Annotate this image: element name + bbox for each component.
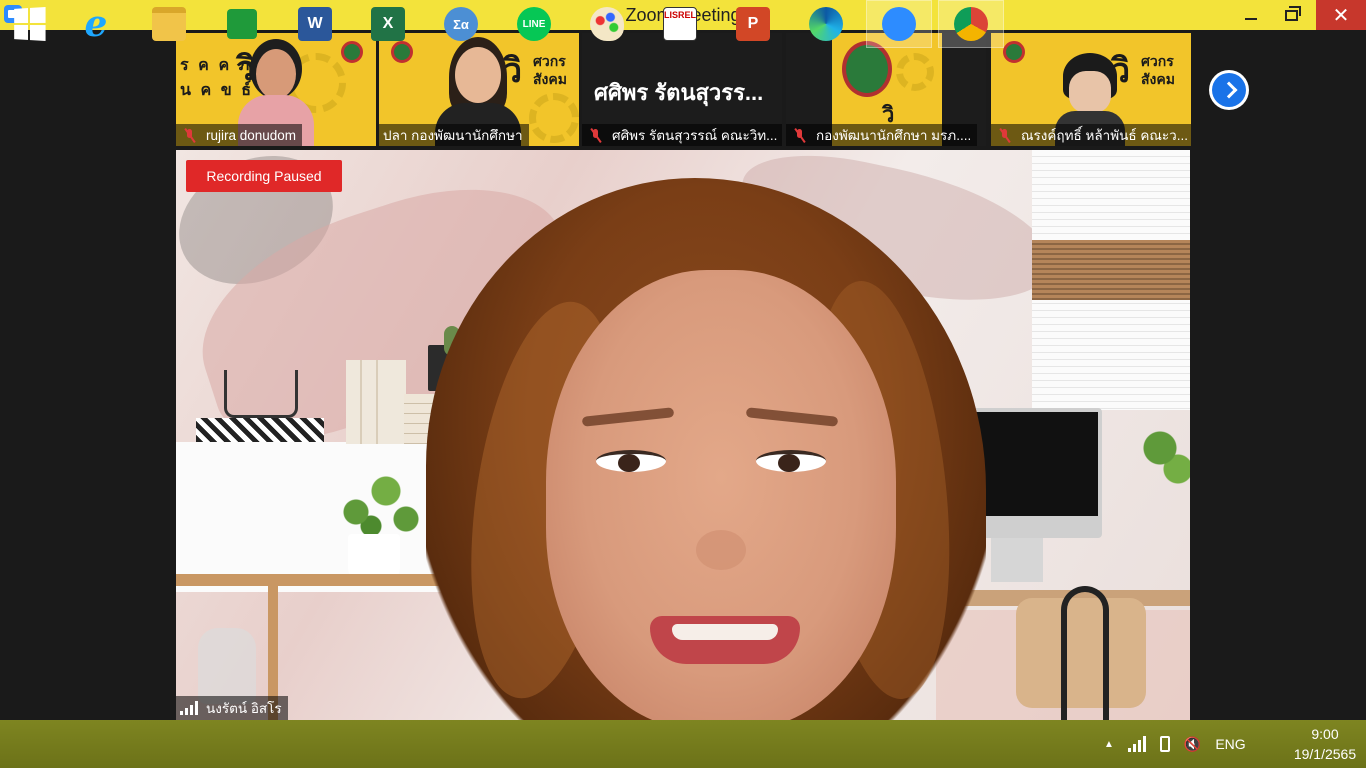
- taskbar-word[interactable]: W: [286, 0, 344, 48]
- mic-muted-icon: [590, 128, 602, 142]
- speaker-name-label: นงรัตน์ อิสโร: [176, 696, 288, 720]
- signal-strength-icon: [180, 701, 198, 715]
- active-speaker-video: [176, 150, 1190, 720]
- clock-date: 19/1/2565: [1293, 746, 1357, 762]
- recording-paused-badge[interactable]: Recording Paused: [186, 160, 342, 192]
- participant-name-label: ณรงค์ฤทธิ์ หล้าพันธ์ คณะว...: [991, 124, 1191, 146]
- participant-name: ณรงค์ฤทธิ์ หล้าพันธ์ คณะว...: [1021, 128, 1188, 143]
- university-logo: [1003, 41, 1025, 63]
- participant-name-label: ปลา กองพัฒนานักศึกษา: [379, 124, 529, 146]
- next-participants-button[interactable]: [1209, 70, 1249, 110]
- store-icon: [227, 9, 257, 39]
- chrome-icon: [954, 7, 988, 41]
- gear-decoration: [529, 93, 579, 143]
- taskbar-powerpoint[interactable]: P: [724, 0, 782, 48]
- show-hidden-icons-icon[interactable]: ▲: [1104, 739, 1114, 750]
- close-button[interactable]: ✕: [1316, 0, 1366, 30]
- mic-muted-icon: [794, 128, 806, 142]
- powerpoint-icon: P: [736, 7, 770, 41]
- file-explorer-icon: [152, 7, 186, 41]
- internet-explorer-icon: e: [84, 3, 108, 45]
- participant-name-label: rujira donudom: [176, 124, 303, 146]
- minimize-button[interactable]: [1236, 0, 1266, 30]
- participant-name: ปลา กองพัฒนานักศึกษา: [383, 128, 523, 143]
- taskbar-internet-explorer[interactable]: e: [67, 0, 125, 48]
- lisrel-icon: LISREL: [663, 7, 697, 41]
- taskbar-lisrel[interactable]: LISREL: [651, 0, 709, 48]
- minimize-icon: [1245, 18, 1257, 20]
- restore-button[interactable]: [1276, 0, 1306, 30]
- language-indicator[interactable]: ENG: [1215, 736, 1245, 752]
- system-clock[interactable]: 9:00 19/1/2565: [1290, 724, 1360, 764]
- network-icon[interactable]: [1127, 736, 1146, 752]
- word-icon: W: [298, 7, 332, 41]
- excel-icon: X: [371, 7, 405, 41]
- participant-tile-3[interactable]: ศศิพร รัตนสุวรร... ศศิพร รัตนสุวรรณ์ คณะ…: [582, 33, 782, 146]
- participant-tile-2[interactable]: วิ ศวกร สังคม ปลา กองพัฒนานักศึกษา: [379, 33, 579, 146]
- paint-icon: [590, 7, 624, 41]
- participant-name: กองพัฒนานักศึกษา มรภ....: [816, 128, 972, 143]
- math-input-icon: Σα: [444, 7, 478, 41]
- participant-display-name: ศศิพร รัตนสุวรร...: [594, 80, 764, 105]
- gear-decoration: [896, 53, 934, 91]
- participant-name-label: ศศิพร รัตนสุวรรณ์ คณะวิท...: [582, 124, 782, 146]
- clock-time: 9:00: [1311, 726, 1339, 742]
- taskbar-store[interactable]: [213, 0, 271, 48]
- participant-tile-5[interactable]: วิ ศวกร สังคม ณรงค์ฤทธิ์ หล้าพันธ์ คณะว.…: [991, 33, 1191, 146]
- speaker-name: นงรัตน์ อิสโร: [206, 701, 282, 716]
- edge-icon: [809, 7, 843, 41]
- participant-name: ศศิพร รัตนสุวรรณ์ คณะวิท...: [612, 128, 778, 143]
- taskbar-file-explorer[interactable]: [140, 0, 198, 48]
- system-tray: ▲ 🔇 ENG: [1104, 720, 1246, 768]
- line-icon: LINE: [517, 7, 551, 41]
- participant-tile-1[interactable]: ร ค ค ภน ค ข ธ์ วิ rujira donudom: [176, 33, 376, 146]
- taskbar-math-input[interactable]: Σα: [432, 0, 490, 48]
- participant-name-label: กองพัฒนานักศึกษา มรภ....: [786, 124, 978, 146]
- taskbar-excel[interactable]: X: [359, 0, 417, 48]
- close-icon: ✕: [1332, 3, 1350, 27]
- battery-icon[interactable]: [1159, 736, 1170, 752]
- poster-sangkom-text: สังคม: [533, 72, 567, 88]
- windows-start-icon: [14, 7, 46, 41]
- volume-muted-icon[interactable]: 🔇: [1184, 736, 1201, 753]
- poster-sangkom-text: สังคม: [1141, 72, 1175, 88]
- start-button[interactable]: [0, 0, 58, 48]
- mic-muted-icon: [184, 128, 196, 142]
- taskbar-zoom[interactable]: [866, 0, 932, 48]
- taskbar-edge[interactable]: [797, 0, 855, 48]
- zoom-icon: [882, 7, 916, 41]
- restore-icon: [1284, 5, 1301, 21]
- participant-name: rujira donudom: [206, 127, 297, 143]
- university-logo: [842, 41, 892, 97]
- mic-muted-icon: [999, 128, 1011, 142]
- taskbar-paint[interactable]: [578, 0, 636, 48]
- taskbar-line[interactable]: LINE: [505, 0, 563, 48]
- taskbar-chrome[interactable]: [938, 0, 1004, 48]
- participant-tile-4[interactable]: วิ กองพัฒนานักศึกษา มรภ....: [786, 33, 986, 146]
